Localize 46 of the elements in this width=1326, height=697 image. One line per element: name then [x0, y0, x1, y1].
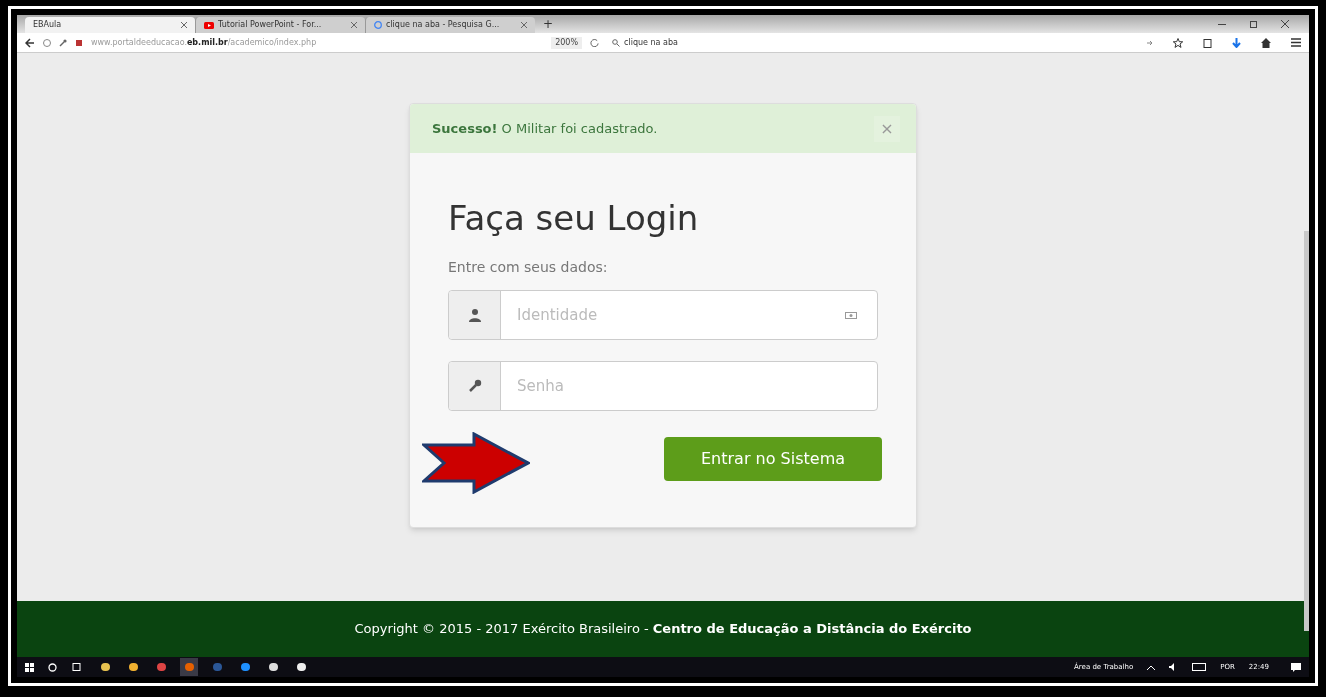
browser-tab[interactable]: clique na aba - Pesquisa G...: [365, 17, 535, 33]
copyright-text: Copyright © 2015 - 2017 Exército Brasileiro - Centro de Educação a Distância do Exército: [354, 620, 972, 639]
download-icon[interactable]: [1232, 37, 1241, 48]
text-input[interactable]: Identidade: [501, 291, 845, 339]
close-icon[interactable]: [521, 22, 527, 28]
new-tab-button[interactable]: +: [543, 18, 554, 30]
tab-title: clique na aba - Pesquisa G...: [386, 19, 501, 31]
task-view-icon[interactable]: [71, 663, 82, 671]
restore-icon[interactable]: [1250, 20, 1257, 28]
blocked-plugin-icon: [75, 38, 83, 47]
chevron-up-icon[interactable]: [1147, 664, 1156, 670]
key-icon: [59, 38, 67, 47]
login-subtitle: Entre com seus dados:: [448, 258, 609, 277]
star-icon[interactable]: [1173, 37, 1183, 48]
tab-title: Tutorial PowerPoint - For...: [218, 19, 323, 31]
keyboard-icon[interactable]: [1192, 663, 1207, 671]
search-field[interactable]: clique na aba: [612, 36, 913, 49]
input-field[interactable]: Identidade: [448, 290, 878, 340]
windows-start-icon[interactable]: [25, 662, 34, 672]
tab-title: EBAula: [33, 19, 63, 31]
video-icon: [204, 21, 214, 29]
close-icon[interactable]: [181, 22, 187, 28]
back-arrow-icon[interactable]: [25, 37, 35, 48]
search-circle-icon[interactable]: [48, 662, 57, 672]
browser-tab[interactable]: EBAula: [25, 17, 195, 33]
close-icon[interactable]: [1281, 20, 1289, 28]
alert-message: Sucesso! O Militar foi cadastrado.: [432, 119, 658, 138]
close-icon[interactable]: [351, 22, 357, 28]
input-field[interactable]: Senha: [448, 361, 878, 411]
clipboard-icon[interactable]: [1203, 37, 1212, 48]
menu-icon[interactable]: [1291, 38, 1301, 47]
info-icon: [43, 38, 51, 47]
home-icon[interactable]: [1261, 37, 1271, 48]
url-text[interactable]: www.portaldeeducacao.eb.mil.br/academico/index.php: [91, 36, 317, 49]
key-icon: [467, 379, 482, 393]
browser-tab[interactable]: Tutorial PowerPoint - For...: [195, 17, 365, 33]
search-icon: [612, 38, 621, 47]
card-icon: [845, 311, 857, 319]
text-input[interactable]: Senha: [501, 362, 877, 410]
login-heading: Faça seu Login: [448, 201, 700, 235]
scroll-bar[interactable]: [1304, 231, 1309, 631]
user-icon: [467, 308, 482, 322]
notification-icon[interactable]: [1291, 662, 1301, 672]
arrow-icon[interactable]: [1147, 39, 1153, 46]
minimize-icon[interactable]: [1218, 23, 1226, 25]
zoom-level[interactable]: 200%: [551, 36, 583, 49]
